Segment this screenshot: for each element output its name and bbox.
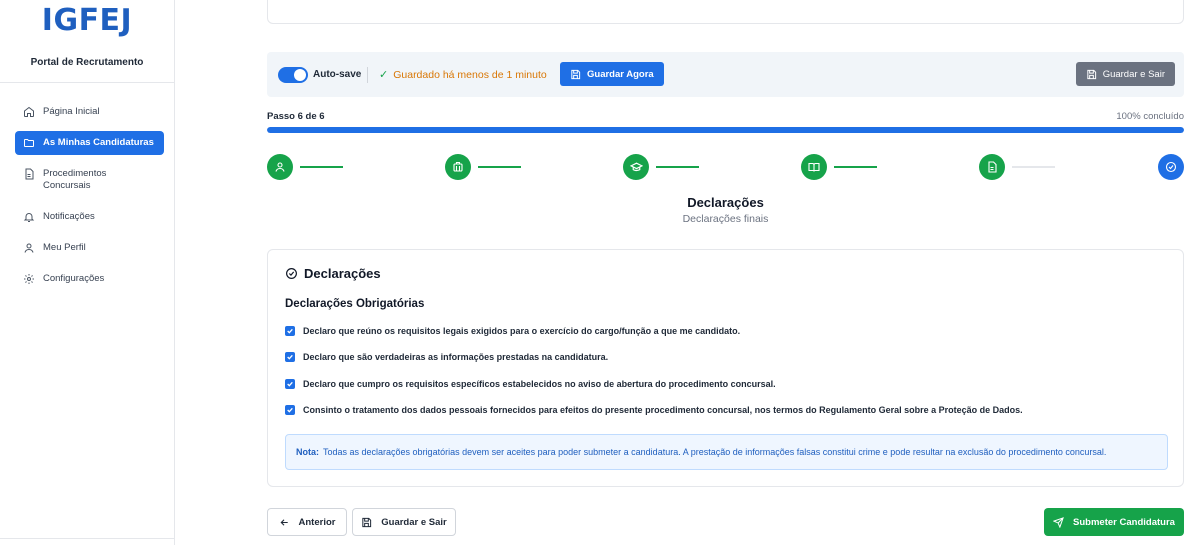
sidebar-item-label: Configurações <box>43 273 105 284</box>
previous-button[interactable]: Anterior <box>267 508 347 536</box>
brand: IGFEJ Portal de Recrutamento <box>0 0 174 83</box>
step-connector <box>656 166 699 168</box>
checkmark-icon <box>287 328 293 334</box>
gear-icon <box>24 274 34 284</box>
save-exit-top-button[interactable]: Guardar e Sair <box>1075 62 1175 86</box>
declarations-heading-text: Declarações <box>304 266 381 281</box>
divider <box>367 67 368 83</box>
save-icon <box>571 69 581 79</box>
declaration-item: Consinto o tratamento dos dados pessoais… <box>285 404 1165 417</box>
sidebar-item-home[interactable]: Página Inicial <box>15 100 164 124</box>
sidebar-item-profile[interactable]: Meu Perfil <box>15 236 164 260</box>
sidebar: IGFEJ Portal de Recrutamento Página Inic… <box>0 0 175 545</box>
step-6-declarations[interactable] <box>1158 154 1184 180</box>
sidebar-item-settings[interactable]: Configurações <box>15 267 164 291</box>
step-connector <box>478 166 521 168</box>
check-circle-icon <box>1165 161 1177 173</box>
step-3-education[interactable] <box>623 154 649 180</box>
save-icon <box>1087 69 1096 79</box>
stepper <box>267 154 1184 182</box>
declarations-subheading: Declarações Obrigatórias <box>285 298 425 310</box>
declaration-text: Declaro que reúno os requisitos legais e… <box>303 325 741 336</box>
check-icon: ✓ <box>379 69 389 81</box>
declarations-heading: Declarações <box>285 266 381 281</box>
note-box: Nota: Todas as declarações obrigatórias … <box>285 434 1168 470</box>
declarations-list: Declaro que reúno os requisitos legais e… <box>285 324 1165 430</box>
save-icon <box>362 517 372 527</box>
step-4-training[interactable] <box>801 154 827 180</box>
sidebar-item-label: Meu Perfil <box>43 242 86 253</box>
declaration-checkbox[interactable] <box>285 405 295 415</box>
save-exit-button[interactable]: Guardar e Sair <box>352 508 456 536</box>
save-now-button[interactable]: Guardar Agora <box>560 62 664 86</box>
autosave-toggle[interactable] <box>278 67 308 83</box>
checkmark-icon <box>287 407 293 413</box>
sidebar-item-notifications[interactable]: Notificações <box>15 205 164 229</box>
progress-bar <box>267 127 1184 133</box>
graduation-cap-icon <box>629 162 643 171</box>
declarations-card: Declarações Declarações Obrigatórias Dec… <box>267 249 1184 487</box>
sidebar-item-label: As Minhas Candidaturas <box>43 137 154 148</box>
percent-complete: 100% concluído <box>1116 111 1184 122</box>
step-title: Declarações <box>687 195 764 210</box>
declaration-text: Declaro que cumpro os requisitos específ… <box>303 378 776 389</box>
sidebar-item-label: Página Inicial <box>43 106 100 117</box>
save-status-text: Guardado há menos de 1 minuto <box>393 68 547 81</box>
user-icon <box>275 162 285 172</box>
logo[interactable]: IGFEJ <box>0 6 174 36</box>
step-2-professional[interactable] <box>445 154 471 180</box>
note-text: Todas as declarações obrigatórias devem … <box>323 447 1107 457</box>
declaration-checkbox[interactable] <box>285 378 295 389</box>
sidebar-footer-divider <box>0 538 175 539</box>
save-exit-label: Guardar e Sair <box>1102 68 1165 80</box>
step-1-personal[interactable] <box>267 154 293 180</box>
main-content: Auto-save ✓ Guardado há menos de 1 minut… <box>175 0 1200 545</box>
previous-card <box>267 0 1184 24</box>
folder-icon <box>24 139 34 147</box>
autosave-label: Auto-save <box>313 69 362 80</box>
checkmark-icon <box>287 354 293 360</box>
step-5-documents[interactable] <box>979 154 1005 180</box>
document-icon <box>25 168 34 180</box>
checkmark-icon <box>287 381 293 387</box>
sidebar-item-label: Procedimentos Concursais <box>43 168 107 191</box>
user-icon <box>24 243 34 253</box>
submit-application-button[interactable]: Submeter Candidatura <box>1044 508 1184 536</box>
sidebar-item-procedures[interactable]: Procedimentos Concursais <box>15 162 164 198</box>
note-label: Nota: <box>296 447 319 457</box>
file-text-icon <box>988 161 997 173</box>
sidebar-item-label: Notificações <box>43 211 95 222</box>
check-circle-icon <box>286 268 297 279</box>
submit-label: Submeter Candidatura <box>1073 516 1175 528</box>
save-status: ✓ Guardado há menos de 1 minuto <box>379 68 547 82</box>
arrow-left-icon <box>280 518 288 526</box>
save-bar: Auto-save ✓ Guardado há menos de 1 minut… <box>267 52 1184 97</box>
step-connector <box>834 166 877 168</box>
save-exit-label: Guardar e Sair <box>381 516 447 528</box>
send-icon <box>1053 516 1064 528</box>
declaration-text: Declaro que são verdadeiras as informaçõ… <box>303 352 609 362</box>
declaration-checkbox[interactable] <box>285 325 295 336</box>
step-connector <box>300 166 343 168</box>
home-icon <box>24 106 34 117</box>
declaration-text: Consinto o tratamento dos dados pessoais… <box>303 405 1023 415</box>
toggle-knob <box>294 69 306 81</box>
declaration-checkbox[interactable] <box>285 352 295 362</box>
sidebar-nav: Página Inicial As Minhas Candidaturas Pr… <box>15 100 164 298</box>
declaration-item: Declaro que são verdadeiras as informaçõ… <box>285 351 1165 364</box>
bell-icon <box>23 213 35 222</box>
save-now-label: Guardar Agora <box>587 68 654 80</box>
book-icon <box>808 162 820 172</box>
previous-label: Anterior <box>298 516 336 528</box>
building-icon <box>453 161 463 172</box>
portal-title: Portal de Recrutamento <box>30 57 144 68</box>
step-counter: Passo 6 de 6 <box>267 111 325 122</box>
step-subtitle: Declarações finais <box>682 213 769 225</box>
declaration-item: Declaro que cumpro os requisitos específ… <box>285 377 1165 390</box>
declaration-item: Declaro que reúno os requisitos legais e… <box>285 324 1165 337</box>
progress-fill <box>267 127 1184 133</box>
step-connector <box>1012 166 1055 168</box>
sidebar-item-my-applications[interactable]: As Minhas Candidaturas <box>15 131 164 155</box>
